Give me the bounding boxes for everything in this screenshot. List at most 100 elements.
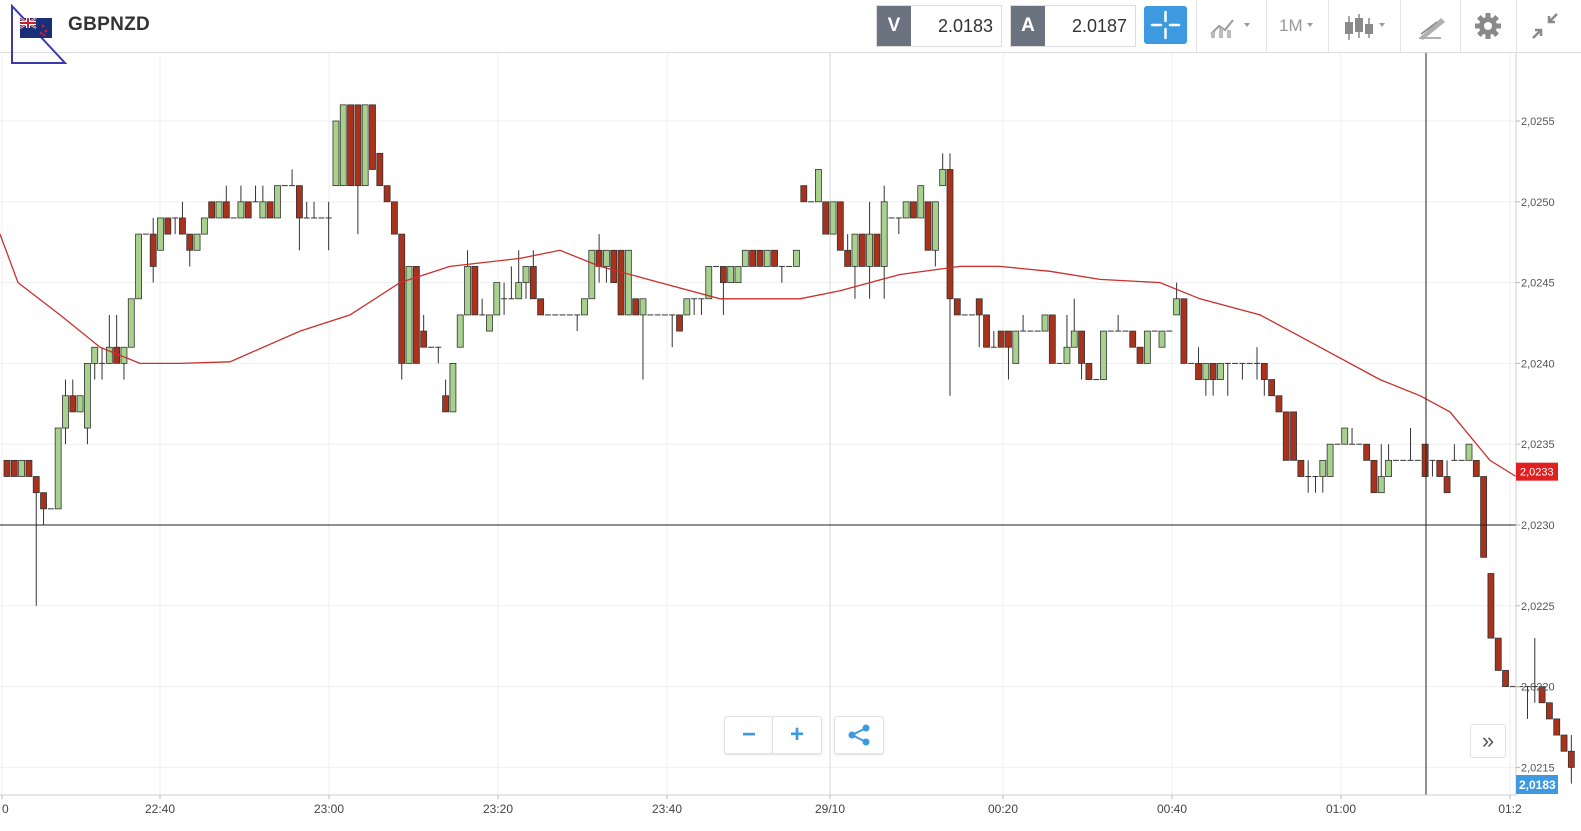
candle-body [1129, 330, 1137, 348]
candle-body [76, 395, 84, 413]
candle-body [456, 314, 464, 348]
candle [537, 298, 545, 316]
candle-body [815, 169, 822, 203]
candle [836, 201, 844, 251]
candle-body [237, 201, 245, 219]
candle [683, 298, 691, 316]
price-tick-label: 2,0235 [1521, 439, 1555, 451]
candle [595, 234, 603, 283]
candle [456, 314, 464, 348]
candle [222, 185, 230, 219]
candle-body [84, 362, 91, 429]
candle [844, 234, 852, 267]
candle-body [924, 201, 932, 251]
price-tick-label: 2,0215 [1521, 762, 1555, 774]
candle [18, 459, 26, 477]
collapse-button[interactable] [1516, 0, 1577, 52]
candle-body [610, 249, 618, 283]
candle-body [1385, 459, 1392, 477]
candle [1567, 735, 1575, 784]
candle-body [1143, 330, 1151, 364]
scroll-to-latest-button[interactable]: » [1470, 724, 1506, 758]
ma-value-label: 2,0233 [1520, 467, 1554, 479]
candle [946, 153, 954, 396]
candle-body [157, 217, 164, 251]
candle [1546, 702, 1553, 720]
candle-body [1100, 330, 1107, 380]
candle-body [200, 217, 208, 235]
price-tick-label: 2,0220 [1521, 682, 1555, 694]
candle [1041, 314, 1049, 332]
candle-body [274, 185, 281, 219]
candle [1048, 314, 1056, 364]
settings-button[interactable] [1460, 0, 1517, 52]
time-tick-label: 22:40 [145, 802, 175, 816]
candle [1012, 330, 1020, 364]
timeframe-dropdown[interactable]: 1M [1266, 0, 1329, 52]
price-tick-label: 2,0230 [1521, 520, 1555, 532]
candle [1385, 444, 1392, 477]
candle [369, 104, 376, 170]
candlestick-icon [1345, 14, 1385, 40]
chart-type-button[interactable] [1328, 0, 1401, 52]
candle [924, 201, 932, 251]
candle [186, 233, 194, 267]
candle [829, 201, 837, 235]
candle-body [1282, 411, 1290, 461]
candle-body [1494, 637, 1502, 671]
candle-body [10, 459, 18, 477]
candle [1297, 459, 1305, 477]
candle [120, 346, 128, 380]
candle [1158, 330, 1166, 348]
candle-body [793, 249, 800, 267]
sell-price-button[interactable]: V 2.0183 [876, 5, 1002, 47]
candle [1136, 346, 1144, 364]
time-tick-label: 23:20 [483, 802, 513, 816]
candle [40, 492, 47, 525]
candle [705, 266, 713, 300]
candle [1195, 347, 1202, 380]
candle [1180, 298, 1188, 364]
candle [1502, 670, 1509, 688]
candle [266, 201, 274, 219]
candle [1224, 362, 1231, 396]
candle [311, 201, 318, 219]
candle-body [1553, 718, 1561, 736]
collapse-icon [1532, 13, 1558, 39]
draw-icon [1419, 18, 1445, 40]
candle [339, 104, 347, 187]
candle-body [953, 298, 961, 316]
candle-body [1560, 734, 1568, 752]
candle [1070, 298, 1078, 348]
price-chart[interactable]: 2,0255 2,0250 2,0245 2,0240 2,0235 2,0230 2,02… [0, 53, 1581, 831]
candle [274, 185, 281, 219]
candle [412, 266, 420, 364]
candle-body [617, 249, 625, 316]
zoom-in-button[interactable]: + [772, 716, 822, 754]
candle [1260, 362, 1268, 396]
buy-price-button[interactable]: A 2.0187 [1010, 5, 1136, 47]
indicators-icon [1210, 19, 1250, 38]
candle-body [1472, 459, 1480, 477]
candle [259, 185, 267, 219]
candle [54, 427, 62, 510]
crosshair-button[interactable] [1144, 6, 1187, 44]
share-button[interactable] [834, 716, 884, 754]
zoom-out-button[interactable]: − [724, 716, 774, 754]
candle-body [705, 266, 713, 300]
time-tick-label: 29/10 [815, 802, 845, 816]
candle-body [398, 233, 406, 364]
indicators-button[interactable] [1196, 0, 1267, 52]
candle-body [595, 249, 603, 267]
candle [822, 201, 830, 235]
candle [164, 217, 172, 235]
candle-body [1048, 314, 1056, 364]
candle-body [18, 459, 26, 477]
candle [793, 249, 800, 267]
candle-body [62, 395, 69, 429]
candle [917, 185, 925, 219]
candle-body [749, 249, 757, 267]
draw-tools-button[interactable] [1400, 0, 1461, 52]
candle [1436, 459, 1444, 477]
candle-body [1012, 330, 1020, 364]
